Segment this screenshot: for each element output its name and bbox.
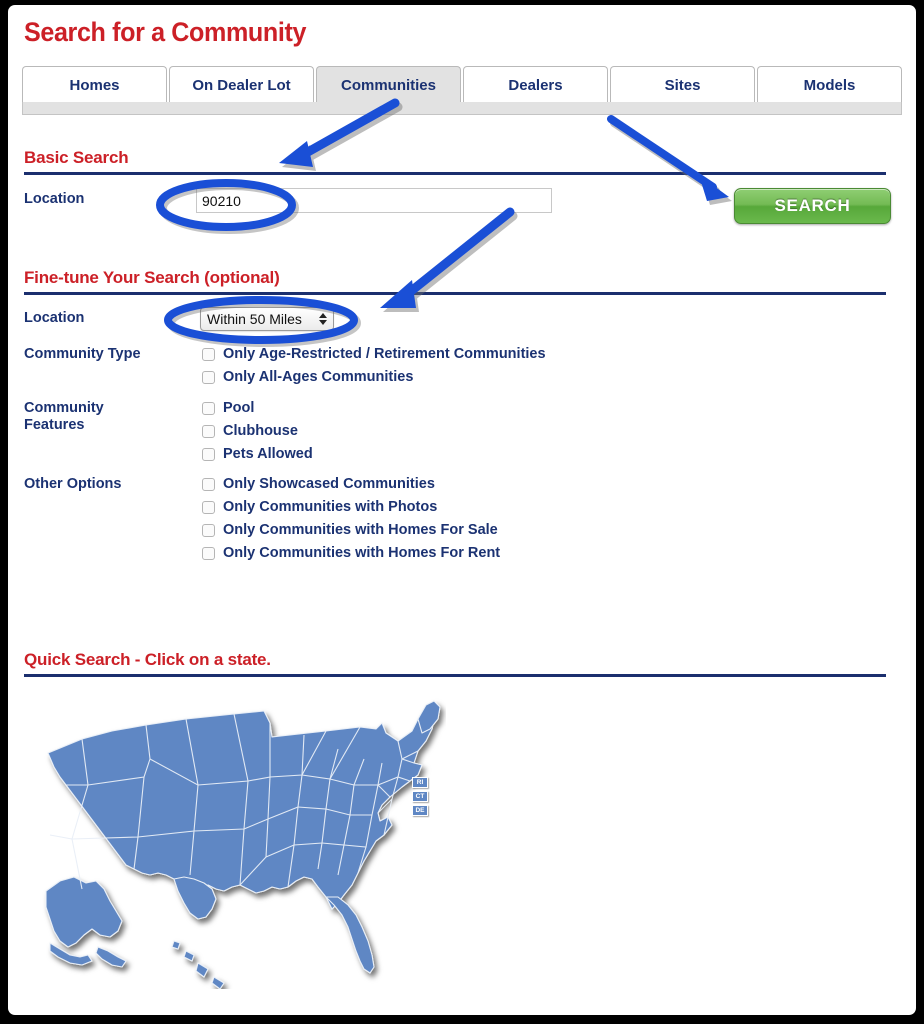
quick-search-rule <box>24 674 886 677</box>
fine-tune-heading: Fine-tune Your Search (optional) <box>24 268 280 287</box>
checkbox-showcased[interactable] <box>202 477 215 491</box>
state-box-ct[interactable]: CT <box>412 791 428 802</box>
checkbox-label: Only All-Ages Communities <box>223 369 414 385</box>
alaska <box>45 876 123 948</box>
checkbox-label: Only Communities with Homes For Rent <box>223 545 501 561</box>
search-button[interactable]: SEARCH <box>734 188 891 224</box>
page-title: Search for a Community <box>24 17 307 47</box>
group-label-community-features: Community Features <box>24 400 104 433</box>
checkbox-row-clubhouse[interactable]: Clubhouse <box>202 423 298 439</box>
checkbox-row-with-photos[interactable]: Only Communities with Photos <box>202 499 437 515</box>
group-label-other-options: Other Options <box>24 476 122 492</box>
hawaii-bigisland <box>211 976 225 989</box>
checkbox-homes-for-sale[interactable] <box>202 523 215 537</box>
page-content: Search for a Community Homes On Dealer L… <box>8 5 916 1015</box>
tab-label: Dealers <box>508 77 563 94</box>
checkbox-pool[interactable] <box>202 401 215 415</box>
checkbox-pets-allowed[interactable] <box>202 447 215 461</box>
screenshot-root: Search for a Community Homes On Dealer L… <box>0 0 924 1024</box>
tab-label: Sites <box>664 77 701 94</box>
tab-label: On Dealer Lot <box>192 77 291 94</box>
tab-label: Communities <box>340 77 436 94</box>
alaska-peninsula <box>95 946 127 968</box>
hawaii-kauai <box>171 940 181 950</box>
checkbox-all-ages[interactable] <box>202 370 215 384</box>
checkbox-row-homes-for-sale[interactable]: Only Communities with Homes For Sale <box>202 522 498 538</box>
tab-on-dealer-lot[interactable]: On Dealer Lot <box>169 66 314 104</box>
tab-bar: Homes On Dealer Lot Communities Dealers … <box>22 66 902 104</box>
checkbox-label: Only Communities with Photos <box>223 499 438 515</box>
checkbox-row-homes-for-rent[interactable]: Only Communities with Homes For Rent <box>202 545 500 561</box>
tab-homes[interactable]: Homes <box>22 66 167 104</box>
chevron-updown-icon <box>318 311 327 327</box>
basic-location-label: Location <box>24 191 85 207</box>
distance-select-value: Within 50 Miles <box>207 311 302 327</box>
tab-dealers[interactable]: Dealers <box>463 66 608 104</box>
us-mainland <box>47 706 437 910</box>
checkbox-clubhouse[interactable] <box>202 424 215 438</box>
checkbox-row-pets-allowed[interactable]: Pets Allowed <box>202 446 313 462</box>
maine <box>417 700 441 734</box>
state-box-de[interactable]: DE <box>412 805 428 816</box>
alaska-aleutians <box>49 942 93 966</box>
checkbox-row-showcased[interactable]: Only Showcased Communities <box>202 476 435 492</box>
fine-tune-rule <box>24 292 886 295</box>
checkbox-label: Clubhouse <box>223 423 298 439</box>
group-label-community-type: Community Type <box>24 346 141 362</box>
checkbox-with-photos[interactable] <box>202 500 215 514</box>
checkbox-label: Only Showcased Communities <box>223 476 435 492</box>
state-box-ri[interactable]: RI <box>412 777 428 788</box>
checkbox-label: Pets Allowed <box>223 446 313 462</box>
hawaii-oahu <box>183 950 195 962</box>
united-states-map[interactable]: RI CT DE <box>26 689 446 989</box>
tab-communities[interactable]: Communities <box>316 66 461 104</box>
arrow-to-search-button <box>603 113 753 205</box>
checkbox-label: Only Communities with Homes For Sale <box>223 522 498 538</box>
checkbox-label: Only Age-Restricted / Retirement Communi… <box>223 346 546 362</box>
tab-models[interactable]: Models <box>757 66 902 104</box>
page-card: Search for a Community Homes On Dealer L… <box>8 5 916 1015</box>
basic-search-heading: Basic Search <box>24 148 129 167</box>
checkbox-row-age-restricted[interactable]: Only Age-Restricted / Retirement Communi… <box>202 346 546 362</box>
basic-search-rule <box>24 172 886 175</box>
tab-underline-bar <box>22 102 902 115</box>
tab-sites[interactable]: Sites <box>610 66 755 104</box>
checkbox-label: Pool <box>223 400 255 416</box>
distance-select[interactable]: Within 50 Miles <box>200 307 334 331</box>
location-input[interactable] <box>196 188 552 213</box>
quick-search-heading: Quick Search - Click on a state. <box>24 650 271 669</box>
tab-label: Models <box>803 77 856 94</box>
fine-tune-location-label: Location <box>24 310 85 326</box>
checkbox-age-restricted[interactable] <box>202 347 215 361</box>
us-map-svg[interactable] <box>26 689 446 989</box>
arrow-to-distance-select <box>358 207 528 318</box>
tab-label: Homes <box>69 77 120 94</box>
checkbox-homes-for-rent[interactable] <box>202 546 215 560</box>
hawaii-maui <box>195 962 209 978</box>
checkbox-row-all-ages[interactable]: Only All-Ages Communities <box>202 369 413 385</box>
checkbox-row-pool[interactable]: Pool <box>202 400 254 416</box>
